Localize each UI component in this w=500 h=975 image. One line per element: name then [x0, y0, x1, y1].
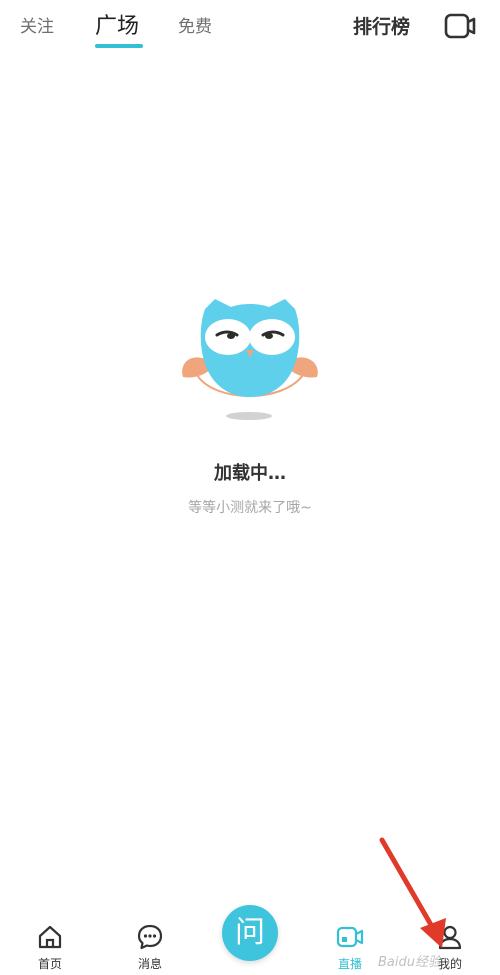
nav-item-live[interactable]: 直播 [320, 923, 380, 972]
top-bar: 关注 广场 免费 排行榜 [0, 0, 500, 54]
watermark: Baidu经验 [378, 955, 441, 970]
home-icon [38, 925, 62, 949]
nav-item-home[interactable]: 首页 [20, 923, 80, 972]
annotation-arrow-icon [379, 837, 446, 948]
tab-square[interactable]: 广场 [95, 8, 139, 40]
video-camera-icon [336, 926, 364, 948]
video-camera-icon[interactable] [444, 12, 476, 40]
tab-follow[interactable]: 关注 [20, 12, 54, 37]
nav-label-live: 直播 [337, 957, 362, 971]
nav-label-home: 首页 [37, 957, 62, 971]
active-tab-indicator [95, 44, 143, 48]
nav-item-messages[interactable]: 消息 [120, 923, 180, 972]
nav-label-messages: 消息 [137, 957, 162, 971]
loading-subtitle: 等等小测就来了哦~ [188, 500, 312, 516]
tab-free[interactable]: 免费 [178, 12, 212, 37]
ranking-link[interactable]: 排行榜 [353, 12, 410, 39]
owl-mascot [182, 299, 318, 420]
ask-question-button[interactable]: 问 [222, 905, 278, 961]
loading-title: 加载中… [214, 463, 286, 484]
chat-bubble-icon [137, 924, 163, 950]
